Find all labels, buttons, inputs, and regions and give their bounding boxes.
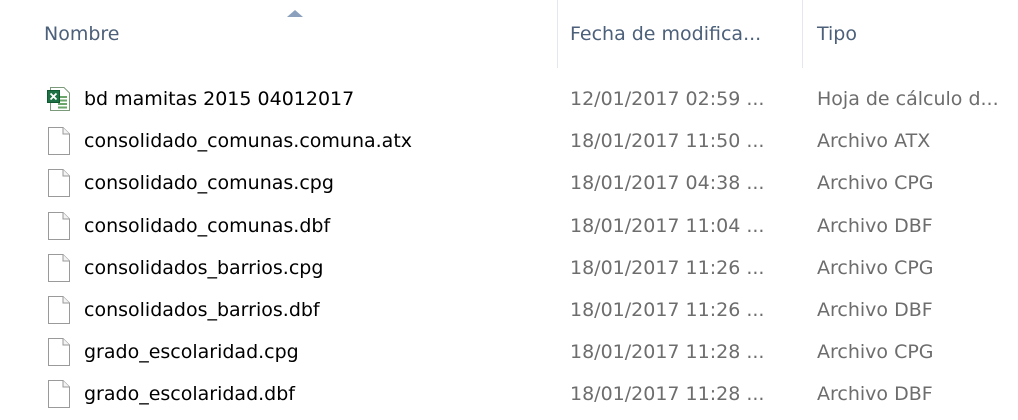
file-type: Archivo CPG bbox=[817, 172, 934, 194]
file-name: consolidado_comunas.comuna.atx bbox=[84, 130, 413, 152]
file-date-modified: 18/01/2017 11:28 ... bbox=[570, 383, 765, 405]
column-header-type[interactable]: Tipo bbox=[803, 0, 1018, 68]
column-header-date-modified[interactable]: Fecha de modifica... bbox=[558, 0, 801, 68]
generic-file-icon bbox=[47, 296, 71, 324]
file-date-modified: 18/01/2017 11:26 ... bbox=[570, 257, 765, 279]
file-row[interactable]: consolidados_barrios.cpg 18/01/2017 11:26… bbox=[0, 247, 1018, 289]
generic-file-icon bbox=[47, 212, 71, 240]
file-type: Archivo DBF bbox=[817, 299, 933, 321]
file-name: grado_escolaridad.cpg bbox=[84, 341, 299, 363]
excel-file-icon bbox=[47, 85, 71, 113]
column-header-name[interactable]: Nombre bbox=[0, 0, 556, 68]
file-date-modified: 18/01/2017 04:38 ... bbox=[570, 172, 765, 194]
file-name: consolidado_comunas.cpg bbox=[84, 172, 334, 194]
generic-file-icon bbox=[47, 338, 71, 366]
column-header-type-label: Tipo bbox=[817, 23, 857, 45]
file-type: Archivo DBF bbox=[817, 215, 933, 237]
file-name: consolidados_barrios.cpg bbox=[84, 257, 324, 279]
file-name: consolidados_barrios.dbf bbox=[84, 299, 320, 321]
column-header-name-label: Nombre bbox=[44, 23, 120, 45]
generic-file-icon bbox=[47, 254, 71, 282]
file-name: bd mamitas 2015 04012017 bbox=[84, 88, 355, 110]
file-explorer-details-view: Nombre Fecha de modifica... Tipo bd mami… bbox=[0, 0, 1018, 420]
sort-ascending-icon bbox=[287, 10, 303, 17]
file-type: Archivo CPG bbox=[817, 257, 934, 279]
file-row[interactable]: consolidado_comunas.dbf 18/01/2017 11:04 … bbox=[0, 205, 1018, 247]
file-name: grado_escolaridad.dbf bbox=[84, 383, 295, 405]
file-date-modified: 12/01/2017 02:59 ... bbox=[570, 88, 765, 110]
column-header-bar: Nombre Fecha de modifica... Tipo bbox=[0, 0, 1018, 68]
file-row[interactable]: consolidado_comunas.comuna.atx 18/01/2017… bbox=[0, 120, 1018, 162]
file-row[interactable]: consolidados_barrios.dbf 18/01/2017 11:26… bbox=[0, 289, 1018, 331]
generic-file-icon bbox=[47, 127, 71, 155]
file-date-modified: 18/01/2017 11:26 ... bbox=[570, 299, 765, 321]
file-type: Archivo ATX bbox=[817, 130, 931, 152]
file-date-modified: 18/01/2017 11:04 ... bbox=[570, 215, 765, 237]
file-row[interactable]: consolidado_comunas.cpg 18/01/2017 04:38 … bbox=[0, 162, 1018, 204]
file-date-modified: 18/01/2017 11:28 ... bbox=[570, 341, 765, 363]
file-type: Archivo DBF bbox=[817, 383, 933, 405]
file-row[interactable]: grado_escolaridad.dbf 18/01/2017 11:28 ..… bbox=[0, 373, 1018, 415]
generic-file-icon bbox=[47, 380, 71, 408]
column-header-date-label: Fecha de modifica... bbox=[570, 23, 762, 45]
file-row[interactable]: grado_escolaridad.cpg 18/01/2017 11:28 ..… bbox=[0, 331, 1018, 373]
file-type: Archivo CPG bbox=[817, 341, 934, 363]
file-date-modified: 18/01/2017 11:50 ... bbox=[570, 130, 765, 152]
file-type: Hoja de cálculo d... bbox=[817, 88, 999, 110]
file-name: consolidado_comunas.dbf bbox=[84, 215, 331, 237]
file-row[interactable]: bd mamitas 2015 04012017 12/01/2017 02:59… bbox=[0, 78, 1018, 120]
generic-file-icon bbox=[47, 169, 71, 197]
